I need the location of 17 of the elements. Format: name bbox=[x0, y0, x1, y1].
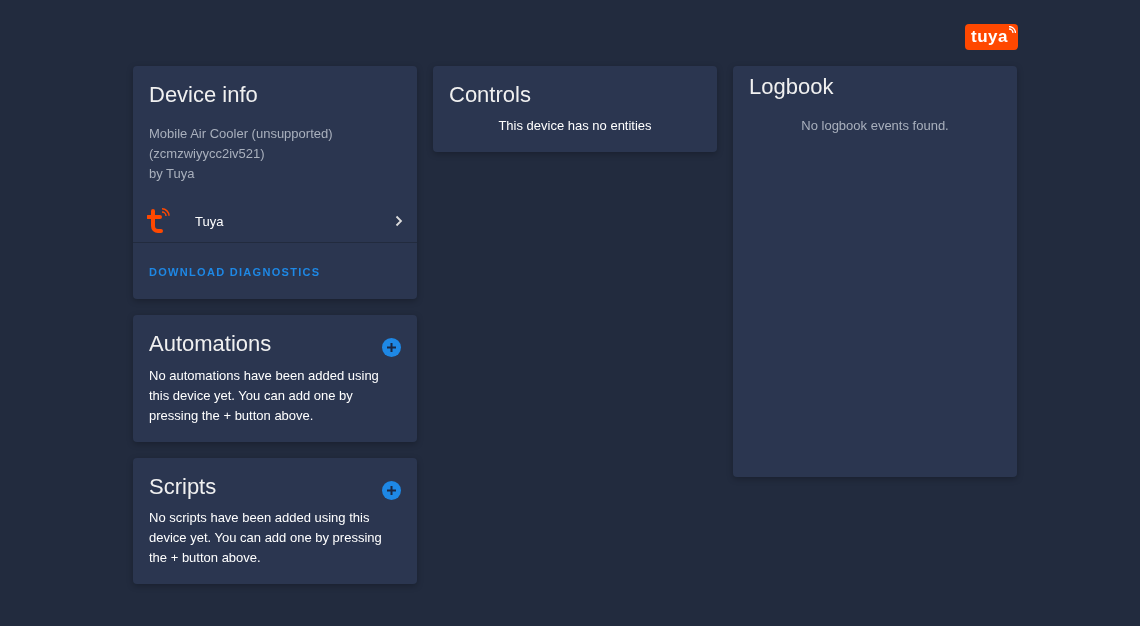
card-title: Automations bbox=[149, 331, 272, 358]
card-title: Scripts bbox=[149, 473, 217, 501]
integration-link[interactable]: Tuya bbox=[133, 200, 417, 243]
chevron-right-icon bbox=[395, 215, 403, 228]
plus-icon bbox=[382, 480, 401, 500]
empty-message: No logbook events found. bbox=[800, 117, 950, 136]
card-title: Controls bbox=[449, 82, 532, 109]
empty-message: No scripts have been added using this device yet. You can add one by pressing the + button above. bbox=[149, 509, 383, 568]
empty-message: No automations have been added using this device yet. You can add one by pressing the + button above. bbox=[149, 366, 380, 425]
device-description: Mobile Air Cooler (unsupported) (zcmzwiyycc2iv521) by Tuya bbox=[149, 125, 334, 184]
plus-icon bbox=[382, 338, 401, 358]
card-title: Logbook bbox=[749, 74, 835, 101]
card-title: Device info bbox=[149, 82, 259, 109]
empty-message: This device has no entities bbox=[497, 117, 653, 136]
brand-logo: tuya bbox=[965, 24, 1018, 50]
add-button[interactable] bbox=[382, 335, 401, 355]
tuya-t-icon bbox=[147, 208, 171, 235]
